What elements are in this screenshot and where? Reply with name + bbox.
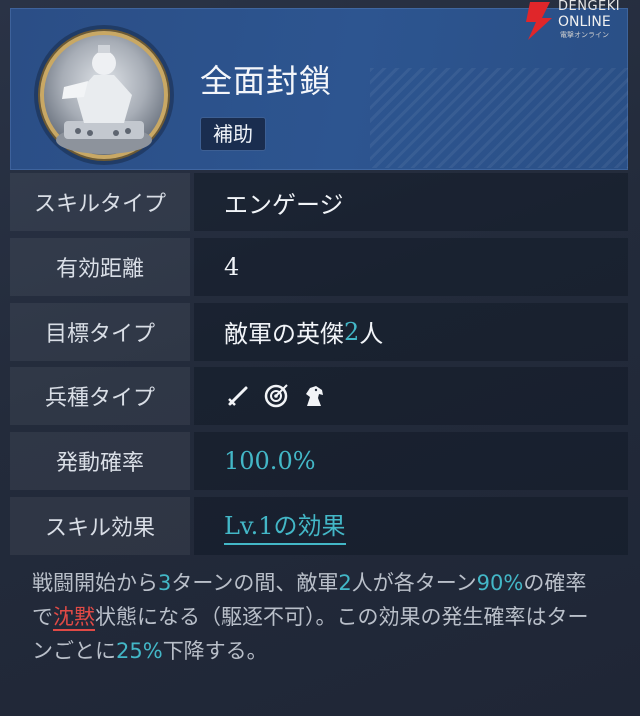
row-label: 発動確率 — [10, 432, 190, 491]
target-unit: 人 — [359, 320, 384, 349]
desc-probability: 90% — [476, 571, 524, 595]
row-target-type: 目標タイプ 敵軍の英傑 2 人 — [10, 300, 628, 365]
bow-target-icon — [262, 382, 290, 410]
watermark-line3: 電撃オンライン — [560, 31, 609, 39]
desc-text: 人が各ターン — [351, 571, 477, 595]
skill-category-badge: 補助 — [200, 117, 266, 151]
row-skill-type: スキルタイプ エンゲージ — [10, 170, 628, 235]
watermark-line2: ONLINE — [558, 14, 611, 30]
row-label: 兵種タイプ — [10, 367, 190, 426]
desc-text: 下降する。 — [162, 639, 268, 663]
row-value: エンゲージ — [194, 173, 628, 231]
troop-icons — [224, 382, 328, 410]
desc-turns: 3 — [158, 571, 172, 595]
row-value: 敵軍の英傑 2 人 — [194, 302, 628, 361]
skill-detail-panel: 全面封鎖 補助 スキルタイプ エンゲージ 有効距離 4 目標タイプ 敵軍の英傑 2… — [0, 0, 640, 716]
sword-icon — [224, 382, 252, 410]
row-label: 有効距離 — [10, 237, 190, 296]
header-decoration — [370, 68, 628, 168]
desc-decrease-rate: 25% — [116, 639, 163, 663]
row-value: 4 — [194, 237, 628, 296]
skill-portrait — [40, 31, 168, 159]
row-range: 有効距離 4 — [10, 235, 628, 300]
desc-text: 戦闘開始から — [32, 571, 158, 595]
activation-rate: 100.0% — [224, 447, 316, 476]
desc-status-silence[interactable]: 沈黙 — [53, 605, 95, 631]
effect-level-link[interactable]: Lv.1の効果 — [224, 506, 346, 546]
target-text: 敵軍の英傑 — [224, 320, 344, 349]
desc-targets: 2 — [338, 571, 352, 595]
row-value: 100.0% — [194, 432, 628, 491]
row-troop-type: 兵種タイプ — [10, 364, 628, 429]
horse-icon — [300, 382, 328, 410]
watermark-line1: DENGEKI — [558, 0, 621, 14]
row-value: Lv.1の効果 — [194, 496, 628, 555]
row-label: 目標タイプ — [10, 302, 190, 361]
target-count: 2 — [344, 317, 360, 346]
skill-name: 全面封鎖 — [200, 62, 333, 100]
row-label: スキル効果 — [10, 496, 190, 555]
desc-text: ターンの間、敵軍 — [171, 571, 339, 595]
row-value — [194, 367, 628, 426]
row-label: スキルタイプ — [10, 173, 190, 231]
row-skill-effect: スキル効果 Lv.1の効果 — [10, 494, 628, 559]
skill-description: 戦闘開始から3ターンの間、敵軍2人が各ターン90%の確率で沈黙状態になる（駆逐不… — [32, 566, 602, 668]
skill-attribute-table: スキルタイプ エンゲージ 有効距離 4 目標タイプ 敵軍の英傑 2 人 兵種タイプ — [10, 170, 628, 559]
portrait-figure-icon — [56, 45, 152, 154]
row-activation-rate: 発動確率 100.0% — [10, 429, 628, 494]
